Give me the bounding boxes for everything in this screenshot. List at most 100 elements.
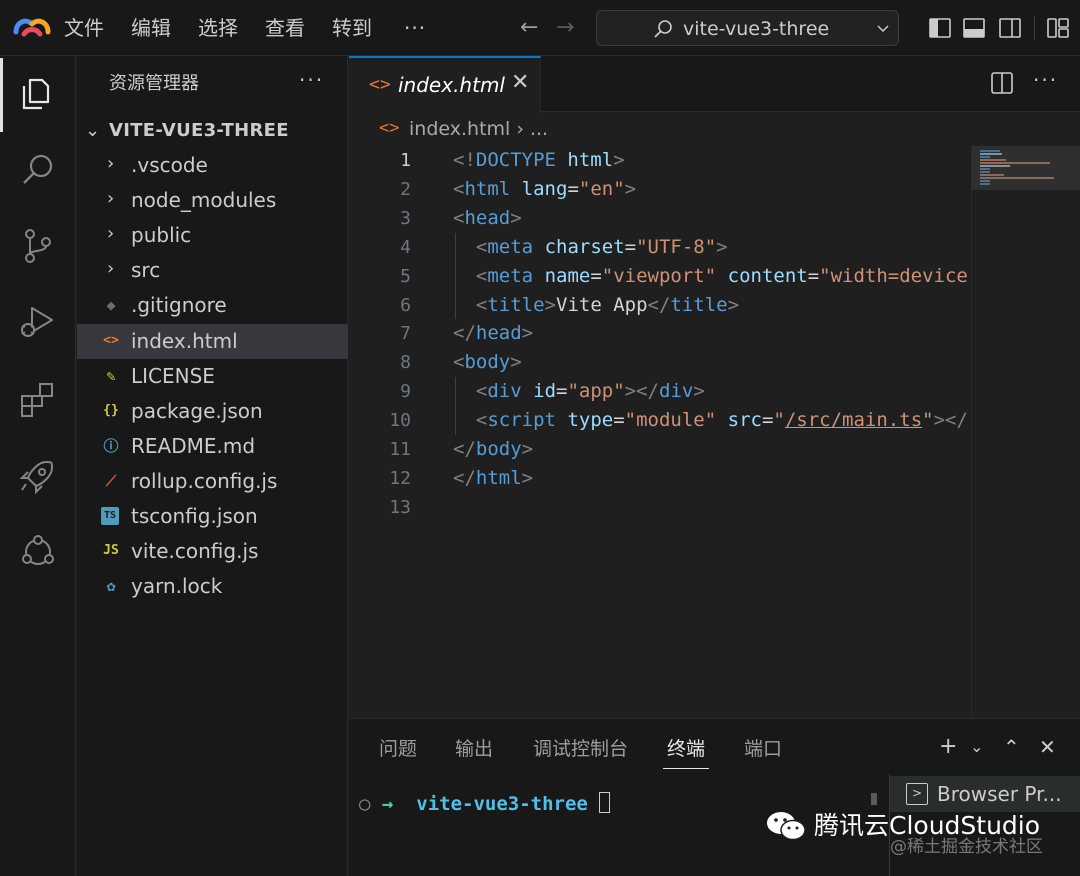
toggle-primary-sidebar-icon[interactable] [928, 16, 952, 40]
close-panel-icon[interactable]: ✕ [1039, 733, 1056, 761]
explorer-sidebar: 资源管理器 ··· ⌄ VITE-VUE3-THREE › .vscode › nod… [77, 56, 348, 876]
minimap-line [980, 168, 990, 170]
tree-item[interactable]: › public [77, 218, 348, 253]
tree-item[interactable]: › .vscode [77, 148, 348, 183]
workspace-folder-header[interactable]: ⌄ VITE-VUE3-THREE [77, 118, 348, 146]
line-number: 13 [389, 496, 411, 518]
collaboration-icon[interactable] [16, 530, 60, 574]
tree-item[interactable]: ✎ LICENSE [77, 359, 348, 394]
code-area[interactable]: 1 <!DOCTYPE html> 2 <html lang="en"> 3 <head>… [349, 146, 971, 566]
line-content: <head> [453, 206, 522, 229]
tree-item-label: vite.config.js [131, 539, 259, 564]
tab-problems[interactable]: 问题 [379, 737, 417, 761]
customize-layout-icon[interactable] [1046, 16, 1070, 40]
terminal-scrollbar[interactable] [871, 793, 877, 805]
split-editor-icon[interactable] [989, 70, 1015, 96]
command-center-search[interactable]: vite-vue3-three [596, 10, 899, 46]
tree-item[interactable]: ⟋ rollup.config.js [77, 464, 348, 499]
code-line: 3 <head> [349, 204, 971, 233]
menu-more[interactable]: ··· [404, 14, 426, 42]
chevron-right-icon: › [107, 223, 115, 245]
menu-selection[interactable]: 选择 [198, 14, 238, 42]
tree-item[interactable]: › node_modules [77, 183, 348, 218]
close-icon[interactable]: ✕ [511, 70, 529, 95]
new-terminal-icon[interactable]: + [939, 733, 957, 761]
run-debug-icon[interactable] [16, 300, 60, 344]
breadcrumb: <> index.html › ... [349, 114, 1080, 146]
watermark-subtext: @稀土掘金技术社区 [890, 837, 1043, 857]
code-line: 12 </html> [349, 464, 971, 493]
line-number: 2 [400, 178, 411, 200]
minimap-line [980, 159, 1006, 161]
line-number: 11 [389, 439, 411, 460]
forward-arrow-icon[interactable]: → [556, 14, 574, 42]
tab-ports[interactable]: 端口 [744, 737, 782, 761]
extensions-icon[interactable] [16, 378, 60, 422]
search-view-icon[interactable] [16, 148, 60, 192]
code-line: 5 <meta name="viewport" content="width=d… [349, 262, 971, 291]
sidebar-more-icon[interactable]: ··· [299, 68, 324, 92]
line-content: <meta name="viewport" content="width=dev… [475, 264, 968, 287]
tree-item[interactable]: <> index.html [77, 323, 348, 359]
tree-item[interactable]: TS tsconfig.json [77, 499, 348, 534]
cloudstudio-logo-icon [13, 18, 51, 37]
editor-more-actions-icon[interactable]: ··· [1033, 68, 1058, 92]
line-content: <script type="module" src="/src/main.ts"… [475, 409, 968, 432]
code-line: 4 <meta charset="UTF-8"> [349, 233, 971, 262]
back-arrow-icon[interactable]: ← [520, 14, 538, 42]
toggle-panel-icon[interactable] [962, 16, 986, 40]
terminal-prompt[interactable]: ○ → vite-vue3-three [359, 791, 611, 817]
tree-item[interactable]: {} package.json [77, 394, 348, 429]
line-number: 4 [400, 236, 411, 258]
tree-item-label: yarn.lock [131, 574, 223, 599]
menu-view[interactable]: 查看 [265, 14, 305, 42]
line-content: <title>Vite App</title> [475, 293, 740, 316]
menu-file[interactable]: 文件 [64, 14, 104, 42]
code-line: 2 <html lang="en"> [349, 175, 971, 204]
indent-guide [455, 232, 456, 320]
tree-item-label: public [131, 223, 192, 248]
breadcrumb-path[interactable]: index.html › ... [409, 117, 548, 141]
tree-item[interactable]: ✿ yarn.lock [77, 569, 348, 604]
maximize-panel-icon[interactable]: ⌃ [1003, 733, 1020, 761]
line-content: <div id="app"></div> [475, 380, 705, 403]
chevron-right-icon: › [107, 188, 115, 210]
deploy-rocket-icon[interactable] [16, 454, 60, 498]
license-icon: ✎ [106, 366, 116, 385]
code-line: 7 </head> [349, 319, 971, 348]
tree-item-label: LICENSE [131, 363, 215, 388]
source-control-icon[interactable] [16, 224, 60, 268]
code-line: 8 <body> [349, 348, 971, 377]
title-divider [1034, 16, 1035, 40]
menu-edit[interactable]: 编辑 [131, 14, 171, 42]
tab-index-html[interactable]: <> index.html ✕ [349, 56, 541, 113]
active-tab-underline [663, 768, 709, 769]
tab-output[interactable]: 输出 [455, 737, 493, 761]
line-content: <meta charset="UTF-8"> [475, 235, 728, 258]
tree-item[interactable]: ◆ .gitignore [77, 288, 348, 323]
tree-item-label: package.json [131, 398, 263, 423]
menu-go[interactable]: 转到 [332, 14, 372, 42]
wechat-icon [767, 812, 806, 841]
toggle-secondary-sidebar-icon[interactable] [998, 16, 1022, 40]
tree-item[interactable]: JS vite.config.js [77, 534, 348, 569]
chevron-down-icon [877, 25, 889, 33]
minimap-line [980, 180, 990, 182]
minimap-line [980, 156, 990, 158]
tree-item-label: src [131, 258, 161, 283]
explorer-icon[interactable] [16, 72, 60, 116]
code-line: 10 <script type="module" src="/src/main.… [349, 406, 971, 435]
tab-terminal[interactable]: 终端 [667, 737, 705, 761]
minimap[interactable] [971, 146, 1080, 718]
git-icon: ◆ [106, 296, 116, 315]
rollup-icon: ⟋ [105, 471, 117, 490]
tree-item-label: .vscode [131, 153, 208, 177]
tree-item[interactable]: ⓘ README.md [77, 429, 348, 464]
chevron-down-icon: ⌄ [85, 120, 101, 141]
line-content: <body> [453, 351, 522, 374]
terminal-dir: vite-vue3-three [416, 793, 588, 815]
tab-debug-console[interactable]: 调试控制台 [533, 737, 628, 761]
tree-item[interactable]: › src [77, 253, 348, 288]
json-icon: {} [103, 402, 119, 418]
chevron-down-icon[interactable]: ⌄ [970, 733, 983, 761]
